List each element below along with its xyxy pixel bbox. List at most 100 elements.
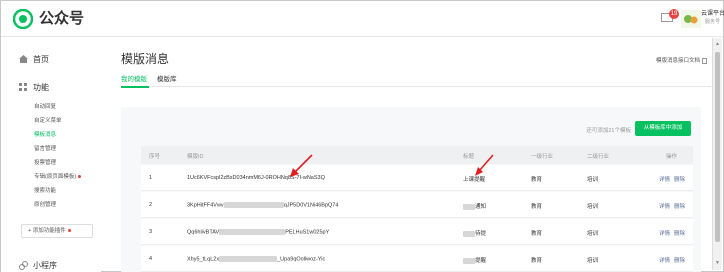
account-name[interactable]: 云课平台 — [701, 8, 724, 17]
row-industry1: 教育 — [531, 204, 543, 210]
delete-link[interactable]: 删除 — [674, 177, 685, 183]
col-no: 序号 — [149, 154, 161, 160]
row-industry2: 培训 — [587, 177, 599, 183]
delete-link[interactable]: 删除 — [674, 231, 685, 237]
id-prefix: 3KpHitFF4Vwv — [187, 202, 224, 209]
doc-link-label: 模版消息接口文档 — [655, 58, 700, 64]
tab-template-library[interactable]: 模版库 — [157, 73, 177, 83]
sidebar-item-comments[interactable]: 留言管理 — [34, 144, 56, 152]
row-industry2: 培训 — [587, 231, 599, 237]
tab-my-templates[interactable]: 我的模版 — [121, 73, 147, 83]
sidebar-home-label: 首页 — [33, 55, 49, 64]
table-row: 1 1Uc6KVFcspl2zBsD034nmM6J-0ROHNq8S-7I-w… — [141, 165, 693, 191]
title-suffix: 通知 — [475, 204, 487, 210]
annotation-arrow — [290, 154, 313, 177]
tab-active-indicator — [121, 86, 149, 88]
row-title: 待提 — [463, 229, 486, 237]
row-ops: 详情 删除 — [659, 175, 685, 183]
sidebar-item-votes[interactable]: 投票管理 — [34, 158, 56, 166]
avatar[interactable] — [681, 10, 701, 28]
redacted-block — [223, 202, 284, 208]
detail-link[interactable]: 详情 — [659, 177, 670, 183]
tab-bar: 我的模版 模版库 — [121, 73, 711, 88]
add-plugin-label: 添加功能插件 — [32, 228, 66, 234]
col-template-id: 模版ID — [187, 154, 204, 160]
row-industry1: 教育 — [531, 258, 543, 264]
annotation-arrow — [475, 154, 494, 176]
col-industry1: 一级行业 — [531, 154, 554, 160]
mail-badge: 19 — [669, 9, 679, 19]
add-plugin-button[interactable]: + 添加功能插件 — [21, 224, 93, 238]
row-title: 通知 — [463, 202, 486, 210]
wechat-logo-icon — [13, 9, 33, 29]
row-no: 3 — [149, 229, 153, 235]
row-title: 提醒 — [463, 256, 486, 264]
row-no: 4 — [149, 256, 153, 262]
brand-title: 公众号 — [39, 10, 85, 27]
sidebar: 首页 功能 自动回复 自定义菜单 模板消息 留言管理 投票管理 专辑(原页面模板… — [1, 38, 101, 272]
detail-link[interactable]: 详情 — [659, 204, 670, 210]
id-suffix: _Upa9qOollwoz-Yic — [277, 256, 326, 263]
id-suffix: qJP5D0V1Ni46BpQ74 — [283, 202, 339, 209]
scroll-thumb[interactable] — [715, 52, 720, 242]
remaining-count: 还可添加21个模板 — [586, 128, 631, 134]
table-row: 4 Xhy5_tLqL2x _Upa9qOollwoz-Yic 提醒 教育 培训 … — [141, 246, 693, 272]
col-industry2: 二级行业 — [587, 154, 610, 160]
home-icon — [19, 55, 28, 63]
col-operation: 操作 — [666, 154, 678, 160]
row-industry2: 培训 — [587, 258, 599, 264]
table-header: 序号 模版ID 标题 一级行业 二级行业 操作 — [141, 146, 693, 164]
row-ops: 详情 删除 — [659, 256, 685, 264]
row-ops: 详情 删除 — [659, 229, 685, 237]
redacted-block — [219, 229, 286, 235]
row-industry1: 教育 — [531, 177, 543, 183]
table-row: 3 Qq6hlivBTAV PELHuS1w025pY 待提 教育 培训 详情 删除 — [141, 219, 693, 245]
doc-icon — [702, 57, 707, 64]
sidebar-item-original[interactable]: 原创管理 — [34, 200, 56, 208]
link-icon — [19, 261, 28, 270]
detail-link[interactable]: 详情 — [659, 231, 670, 237]
row-industry1: 教育 — [531, 231, 543, 237]
delete-link[interactable]: 删除 — [674, 258, 685, 264]
id-prefix: Xhy5_tLqL2x — [187, 256, 220, 263]
vertical-scrollbar[interactable]: ▲ ▼ — [712, 38, 722, 270]
add-from-library-button[interactable]: 从模板库中添加 — [635, 121, 691, 136]
row-template-id: 3KpHitFF4Vwv qJP5D0V1Ni46BpQ74 — [187, 202, 338, 208]
sidebar-function-label: 功能 — [33, 83, 49, 92]
scroll-up-icon[interactable]: ▲ — [715, 41, 720, 47]
id-prefix: Qq6hlivBTAV — [187, 229, 220, 236]
sidebar-item-auto-reply[interactable]: 自动回复 — [34, 102, 56, 110]
table-row: 2 3KpHitFF4Vwv qJP5D0V1Ni46BpQ74 通知 教育 培训… — [141, 192, 693, 218]
page-title: 模版消息 — [121, 52, 170, 66]
title-suffix: 待提 — [475, 231, 487, 237]
row-ops: 详情 删除 — [659, 202, 685, 210]
redacted-block — [463, 203, 475, 210]
sidebar-item-album[interactable]: 专辑(原页面模板) — [34, 172, 82, 180]
scroll-down-icon[interactable]: ▼ — [715, 260, 720, 266]
row-no: 1 — [149, 175, 153, 181]
new-dot — [67, 229, 71, 233]
doc-link[interactable]: 模版消息接口文档 — [656, 56, 707, 64]
delete-link[interactable]: 删除 — [674, 204, 685, 210]
redacted-block — [463, 257, 475, 264]
sidebar-item-custom-menu[interactable]: 自定义菜单 — [34, 116, 62, 124]
new-dot — [78, 175, 82, 179]
main-content: 模版消息 模版消息接口文档 我的模版 模版库 还可添加21个模板 从模板库中添加… — [101, 38, 711, 272]
row-industry2: 培训 — [587, 204, 599, 210]
row-no: 2 — [149, 202, 153, 208]
sidebar-item-search[interactable]: 搜索功能 — [34, 186, 56, 194]
grid-icon — [19, 83, 27, 91]
top-bar: 公众号 19 云课平台 服务号 — [1, 1, 724, 37]
id-suffix: PELHuS1w025pY — [285, 229, 330, 236]
sidebar-item-template-message[interactable]: 模板消息 — [34, 130, 56, 138]
row-template-id: Xhy5_tLqL2x _Upa9qOollwoz-Yic — [187, 256, 325, 262]
title-suffix: 提醒 — [475, 258, 487, 264]
redacted-block — [463, 230, 475, 237]
sidebar-mini-program-label: 小程序 — [33, 261, 57, 270]
account-type: 服务号 — [705, 19, 721, 25]
template-panel: 还可添加21个模板 从模板库中添加 序号 模版ID 标题 一级行业 二级行业 操… — [121, 107, 701, 272]
row-template-id: Qq6hlivBTAV PELHuS1w025pY — [187, 229, 329, 235]
detail-link[interactable]: 详情 — [659, 258, 670, 264]
redacted-block — [219, 256, 278, 262]
sidebar-item-album-label: 专辑(原页面模板) — [34, 174, 77, 180]
